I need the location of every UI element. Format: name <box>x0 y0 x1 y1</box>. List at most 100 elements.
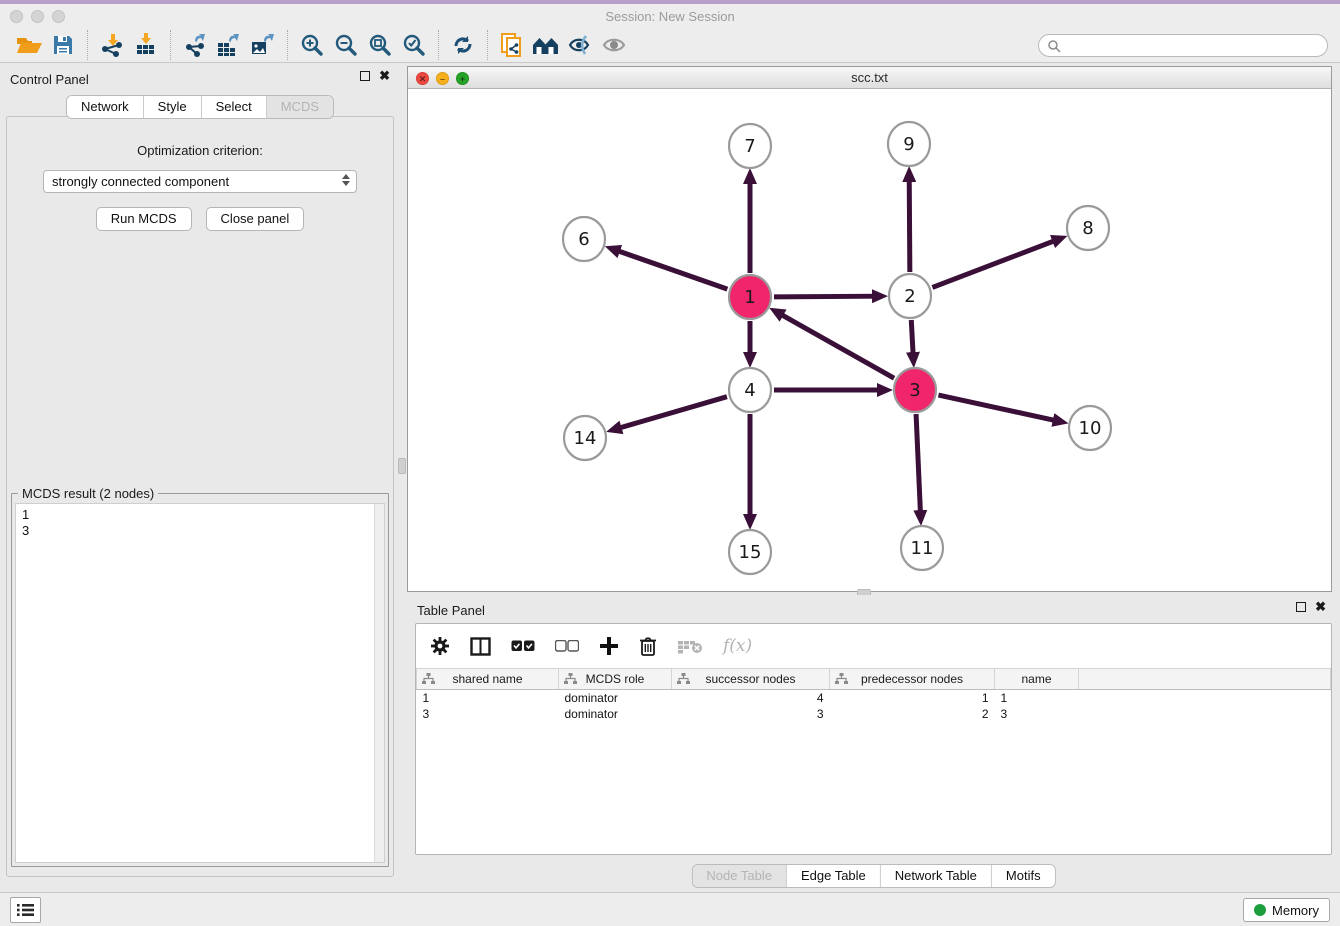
svg-text:2: 2 <box>904 286 915 307</box>
close-panel-button[interactable]: Close panel <box>206 207 305 231</box>
node-2[interactable]: 2 <box>889 274 931 318</box>
function-builder-icon: f(x) <box>723 636 752 656</box>
table-toolbar: f(x) <box>416 624 1331 668</box>
edge-2-8[interactable] <box>932 239 1060 288</box>
export-network-icon[interactable] <box>178 30 212 60</box>
hide-selected-icon[interactable] <box>563 30 597 60</box>
result-scrollbar[interactable] <box>374 504 384 862</box>
tab-network-table[interactable]: Network Table <box>880 865 991 887</box>
node-table[interactable]: shared nameMCDS rolesuccessor nodesprede… <box>416 668 1331 722</box>
delete-column-icon[interactable] <box>639 636 657 656</box>
edge-4-14[interactable] <box>614 397 727 430</box>
edge-1-6[interactable] <box>612 249 727 289</box>
zoom-out-icon[interactable] <box>329 30 363 60</box>
float-table-panel-icon[interactable] <box>1296 602 1306 612</box>
zoom-in-icon[interactable] <box>295 30 329 60</box>
import-network-icon[interactable] <box>95 30 129 60</box>
export-table-icon[interactable] <box>212 30 246 60</box>
edge-2-9[interactable] <box>909 174 910 272</box>
tab-network[interactable]: Network <box>67 96 143 118</box>
network-canvas[interactable]: 7 9 6 8 1 2 4 3 14 10 15 11 <box>408 89 1331 592</box>
float-panel-icon[interactable] <box>360 71 370 81</box>
control-panel-title: Control Panel <box>10 72 89 87</box>
toolbar-separator <box>87 30 88 60</box>
memory-button[interactable]: Memory <box>1243 898 1330 922</box>
network-window-titlebar[interactable]: ✕ – + scc.txt <box>408 67 1331 89</box>
edge-3-1[interactable] <box>776 312 894 378</box>
node-6[interactable]: 6 <box>563 217 605 261</box>
svg-text:6: 6 <box>578 229 589 250</box>
toolbar-separator <box>487 30 488 60</box>
list-icon <box>17 903 34 917</box>
table-panel-tabs: Node TableEdge TableNetwork TableMotifs <box>691 864 1055 888</box>
node-10[interactable]: 10 <box>1069 406 1111 450</box>
search-input[interactable] <box>1061 37 1327 55</box>
import-table-icon[interactable] <box>129 30 163 60</box>
mcds-result-area[interactable]: 1 3 <box>15 503 385 863</box>
node-14[interactable]: 14 <box>564 416 606 460</box>
select-all-checkboxes-icon[interactable] <box>511 640 535 652</box>
column-header-successor-nodes[interactable]: successor nodes <box>672 669 830 690</box>
svg-text:8: 8 <box>1082 218 1093 239</box>
toolbar-separator <box>287 30 288 60</box>
memory-label: Memory <box>1272 903 1319 918</box>
show-all-icon <box>597 30 631 60</box>
column-header-predecessor-nodes[interactable]: predecessor nodes <box>830 669 995 690</box>
control-panel: Control Panel ✖ NetworkStyleSelectMCDS O… <box>0 63 400 892</box>
column-header-MCDS-role[interactable]: MCDS role <box>559 669 672 690</box>
table-panel-title: Table Panel <box>417 603 485 618</box>
tab-style[interactable]: Style <box>143 96 201 118</box>
node-15[interactable]: 15 <box>729 530 771 574</box>
mcds-tab-content: Optimization criterion: strongly connect… <box>6 116 394 877</box>
run-mcds-button[interactable]: Run MCDS <box>96 207 192 231</box>
app-title: Session: New Session <box>0 9 1340 24</box>
search-field[interactable] <box>1038 34 1328 57</box>
toolbar-separator <box>438 30 439 60</box>
node-4[interactable]: 4 <box>729 368 771 412</box>
criterion-select-value: strongly connected component <box>52 174 229 189</box>
node-9[interactable]: 9 <box>888 122 930 166</box>
task-history-button[interactable] <box>10 897 41 923</box>
table-panel: Table Panel ✖ <box>407 595 1340 892</box>
tab-mcds[interactable]: MCDS <box>266 96 333 118</box>
split-columns-icon[interactable] <box>470 637 491 656</box>
close-table-panel-icon[interactable]: ✖ <box>1315 602 1326 612</box>
node-8[interactable]: 8 <box>1067 206 1109 250</box>
node-1[interactable]: 1 <box>729 275 771 319</box>
clear-selection-checkboxes-icon[interactable] <box>555 640 579 652</box>
gear-icon[interactable] <box>430 636 450 656</box>
tab-node-table[interactable]: Node Table <box>692 865 786 887</box>
tab-edge-table[interactable]: Edge Table <box>786 865 880 887</box>
node-3[interactable]: 3 <box>894 368 936 412</box>
tab-select[interactable]: Select <box>201 96 266 118</box>
zoom-selected-icon[interactable] <box>397 30 431 60</box>
criterion-select[interactable]: strongly connected component <box>43 170 357 193</box>
status-bar: Memory <box>0 892 1340 926</box>
tab-motifs[interactable]: Motifs <box>991 865 1055 887</box>
svg-text:15: 15 <box>739 542 762 563</box>
add-column-icon[interactable] <box>599 636 619 656</box>
edge-1-2[interactable] <box>774 296 880 297</box>
copy-network-icon[interactable] <box>495 30 529 60</box>
column-header-shared-name[interactable]: shared name <box>417 669 559 690</box>
table-row[interactable]: 1dominator411 <box>417 690 1331 706</box>
edge-3-11[interactable] <box>916 414 921 518</box>
edge-2-3[interactable] <box>911 320 913 360</box>
save-session-icon[interactable] <box>46 30 80 60</box>
close-panel-icon[interactable]: ✖ <box>379 71 390 81</box>
mcds-result-text: 1 3 <box>16 504 384 542</box>
zoom-fit-icon[interactable] <box>363 30 397 60</box>
toolbar-separator <box>170 30 171 60</box>
home-network-icon[interactable] <box>529 30 563 60</box>
export-image-icon[interactable] <box>246 30 280 60</box>
mcds-result-title: MCDS result (2 nodes) <box>18 486 158 501</box>
open-session-icon[interactable] <box>12 30 46 60</box>
node-table-container: f(x) shared nameMCDS rolesuccessor nodes… <box>415 623 1332 855</box>
node-11[interactable]: 11 <box>901 526 943 570</box>
table-row[interactable]: 3dominator323 <box>417 706 1331 722</box>
node-7[interactable]: 7 <box>729 124 771 168</box>
column-header-name[interactable]: name <box>995 669 1079 690</box>
edge-3-10[interactable] <box>938 395 1060 422</box>
refresh-layout-icon[interactable] <box>446 30 480 60</box>
vertical-splitter-grip[interactable] <box>398 458 406 474</box>
